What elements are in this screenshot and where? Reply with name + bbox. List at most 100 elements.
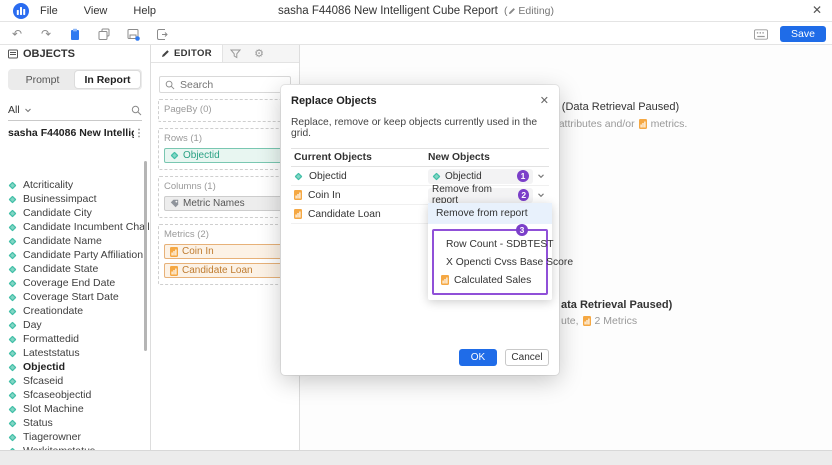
column-header-current: Current Objects — [291, 152, 428, 163]
new-object-select[interactable]: Remove from report2 — [428, 188, 533, 203]
attribute-icon — [8, 377, 17, 386]
editor-section: Rows (1) Objectid — [158, 128, 292, 170]
list-item[interactable]: Candidate Name — [0, 234, 150, 248]
menu-file[interactable]: File — [40, 5, 58, 17]
objects-scrollbar[interactable] — [144, 161, 147, 351]
editor-search[interactable] — [159, 76, 291, 93]
attribute-icon — [8, 307, 17, 316]
editor-chip[interactable]: Objectid — [164, 148, 286, 163]
tab-in-report[interactable]: In Report — [75, 71, 140, 88]
replacement-dropdown: Remove from report 3 Row Count - SDBTEST… — [428, 203, 552, 300]
list-item[interactable]: Objectid — [0, 360, 150, 374]
menu-view[interactable]: View — [84, 5, 108, 17]
attribute-icon — [8, 335, 17, 344]
cancel-button[interactable]: Cancel — [505, 349, 549, 366]
dropdown-option-selected[interactable]: Remove from report — [428, 203, 552, 224]
attribute-icon — [8, 433, 17, 442]
metric-icon — [170, 266, 178, 276]
editor-tabbar: EDITOR ⚙ — [151, 45, 299, 63]
attribute-icon — [8, 251, 17, 260]
section-label: Rows (1) — [164, 133, 286, 144]
list-item[interactable]: Candidate Party Affiliation — [0, 248, 150, 262]
list-item[interactable]: Creationdate — [0, 304, 150, 318]
chevron-down-icon[interactable] — [533, 172, 549, 180]
editor-section: Metrics (2) Coin In Candidate Loan — [158, 224, 292, 285]
ok-button[interactable]: OK — [459, 349, 497, 366]
chevron-down-icon[interactable] — [533, 191, 549, 199]
export-icon[interactable] — [155, 27, 169, 41]
metric-icon — [639, 119, 647, 129]
editor-chip[interactable]: Candidate Loan — [164, 263, 286, 278]
pencil-icon — [161, 49, 170, 58]
replace-objects-dialog: Replace Objects ✕ Replace, remove or kee… — [281, 85, 559, 375]
list-item[interactable]: Status — [0, 416, 150, 430]
app-logo-icon — [13, 3, 29, 19]
paste-icon[interactable] — [68, 27, 82, 41]
list-item[interactable]: Businessimpact — [0, 192, 150, 206]
editor-sections: PageBy (0) Rows (1) Objectid Columns (1) Met… — [151, 99, 299, 285]
list-item[interactable]: Candidate State — [0, 262, 150, 276]
step-badge: 1 — [517, 170, 529, 182]
gear-icon[interactable]: ⚙ — [247, 45, 271, 62]
section-label: Columns (1) — [164, 181, 286, 192]
dropdown-option[interactable]: Calculated Sales — [434, 271, 546, 289]
filter-icon[interactable] — [223, 45, 247, 62]
dropdown-option[interactable]: X Opencti Cvss Base Score — [434, 253, 546, 271]
list-item[interactable]: Day — [0, 318, 150, 332]
attribute-icon — [8, 209, 17, 218]
objects-panel: OBJECTS Prompt In Report All sasha F4408… — [0, 45, 151, 465]
attribute-icon — [8, 293, 17, 302]
menu-help[interactable]: Help — [133, 5, 156, 17]
new-object-select[interactable]: Objectid1 — [428, 169, 533, 184]
column-header-new: New Objects — [428, 152, 549, 163]
keyboard-shortcuts-icon[interactable] — [754, 27, 768, 41]
editor-search-input[interactable] — [180, 79, 280, 91]
list-item[interactable]: Coverage End Date — [0, 276, 150, 290]
attribute-icon — [170, 151, 179, 160]
list-item[interactable]: Atcriticality — [0, 178, 150, 192]
list-item[interactable]: Coverage Start Date — [0, 290, 150, 304]
save-button[interactable]: Save — [780, 26, 826, 42]
metric-icon — [170, 247, 178, 257]
dialog-close-icon[interactable]: ✕ — [540, 94, 549, 107]
tab-editor[interactable]: EDITOR — [151, 45, 223, 62]
list-item[interactable]: Candidate Incumbent Challeng... — [0, 220, 150, 234]
attribute-icon — [8, 419, 17, 428]
search-icon[interactable] — [131, 105, 142, 116]
list-item[interactable]: Tiagerowner — [0, 430, 150, 444]
section-label: Metrics (2) — [164, 229, 286, 240]
list-item[interactable]: Sfcaseobjectid — [0, 388, 150, 402]
attribute-icon — [294, 172, 303, 181]
undo-icon[interactable]: ↶ — [10, 27, 24, 41]
tab-prompt[interactable]: Prompt — [10, 71, 75, 88]
editor-chip[interactable]: Coin In — [164, 244, 286, 259]
list-item[interactable]: Formattedid — [0, 332, 150, 346]
step-badge: 3 — [516, 224, 528, 236]
editor-section: Columns (1) Metric Names — [158, 176, 292, 218]
editor-section: PageBy (0) — [158, 99, 292, 122]
redo-icon[interactable]: ↷ — [39, 27, 53, 41]
dialog-title: Replace Objects — [291, 95, 540, 107]
report-root-item[interactable]: sasha F44086 New Intelligent Cu... ⋮ — [0, 121, 150, 142]
objects-list: AtcriticalityBusinessimpactCandidate Cit… — [0, 175, 150, 465]
grid-header-fragment: ata Retrieval Paused) — [561, 299, 672, 311]
filter-all-dropdown[interactable]: All — [8, 104, 20, 116]
list-item[interactable]: Lateststatus — [0, 346, 150, 360]
list-item[interactable]: Slot Machine — [0, 402, 150, 416]
list-item[interactable]: Candidate City — [0, 206, 150, 220]
list-item[interactable]: Sfcaseid — [0, 374, 150, 388]
objects-filter-row: All — [8, 100, 142, 121]
attribute-icon — [8, 181, 17, 190]
close-window-icon[interactable]: ✕ — [812, 3, 822, 17]
grid-subtitle-fragment: ute, 2 Metrics — [561, 315, 637, 327]
layers-icon[interactable] — [97, 27, 111, 41]
dialog-description: Replace, remove or keep objects currentl… — [281, 111, 559, 139]
kebab-menu-icon[interactable]: ⋮ — [134, 128, 144, 139]
step-badge: 2 — [518, 189, 529, 201]
current-object-cell: Coin In — [291, 190, 428, 201]
editor-chip[interactable]: Metric Names — [164, 196, 286, 211]
chevron-down-icon[interactable] — [24, 106, 32, 114]
attribute-icon — [8, 363, 17, 372]
dropdown-option[interactable]: Row Count - SDBTEST — [434, 235, 546, 253]
save-status-icon[interactable] — [126, 27, 140, 41]
